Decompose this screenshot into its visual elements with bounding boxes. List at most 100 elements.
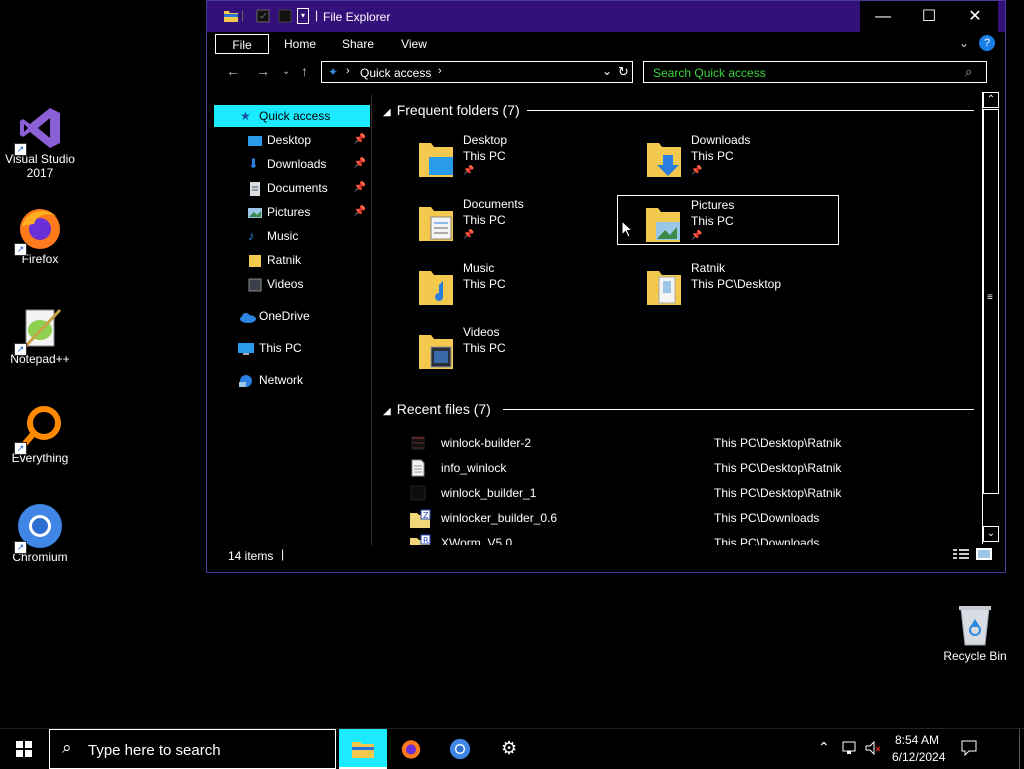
recent-file-row[interactable]: winlock-builder-2 This PC\Desktop\Ratnik (407, 432, 967, 454)
desktop-icon (248, 133, 262, 147)
nav-item-quick-access[interactable]: ★ Quick access (214, 105, 370, 127)
pane-divider[interactable] (371, 95, 372, 545)
back-arrow-icon[interactable]: ← (226, 63, 240, 79)
desktop-icon-label: Chromium (12, 550, 68, 564)
recent-files-header[interactable]: ◢ Recent files (7) (383, 401, 491, 417)
tab-view[interactable]: View (391, 34, 437, 54)
nav-item-ratnik[interactable]: Ratnik (214, 249, 370, 271)
recent-file-row[interactable]: R XWorm_V5.0 This PC\Downloads (407, 532, 967, 545)
music-folder-icon (419, 271, 453, 305)
customize-toolbar-icon[interactable]: ▾ (297, 8, 309, 24)
close-button[interactable]: ✕ (952, 1, 998, 32)
recent-file-row[interactable]: Z winlocker_builder_0.6 This PC\Download… (407, 507, 967, 529)
tab-share[interactable]: Share (335, 34, 381, 54)
vertical-scrollbar[interactable]: ⌃ ≡ ⌄ (982, 92, 1000, 544)
show-desktop-button[interactable] (1019, 729, 1024, 769)
nav-item-documents[interactable]: Documents 📌 (214, 177, 370, 199)
tab-home[interactable]: Home (277, 34, 323, 54)
taskbar-app-file-explorer[interactable] (339, 729, 387, 769)
nav-item-videos[interactable]: Videos (214, 273, 370, 295)
quick-access-pin-icon: ✦ (328, 65, 339, 79)
refresh-icon[interactable]: ↻ (618, 64, 629, 80)
desktop-icon-firefox[interactable]: ↗ Firefox (0, 204, 80, 266)
nav-item-desktop[interactable]: Desktop 📌 (214, 129, 370, 151)
taskbar-search-placeholder: Type here to search (88, 742, 221, 759)
nav-item-label: Network (259, 373, 304, 387)
show-hidden-icons-chevron-icon[interactable]: ⌃ (818, 739, 830, 756)
desktop-icon-label: Everything (11, 451, 69, 465)
star-icon: ★ (240, 109, 251, 123)
nav-item-downloads[interactable]: ⬇ Downloads 📌 (214, 153, 370, 175)
network-status-icon[interactable] (841, 739, 859, 757)
nav-item-pictures[interactable]: Pictures 📌 (214, 201, 370, 223)
group-divider (503, 409, 974, 410)
desktop-icon-recycle-bin[interactable]: Recycle Bin (935, 601, 1015, 663)
search-icon: ⌕ (965, 64, 973, 79)
properties-icon[interactable] (255, 8, 271, 24)
volume-muted-icon[interactable] (864, 739, 882, 757)
clock[interactable]: 8:54 AM 6/12/2024 (887, 729, 949, 769)
collapse-group-icon: ◢ (383, 406, 391, 417)
desktop-icon-label: Visual Studio 2017 (5, 152, 75, 180)
recycle-bin-icon (951, 601, 999, 649)
desktop-icon-everything[interactable]: ↗ Everything (0, 403, 80, 465)
nav-item-this-pc[interactable]: This PC (214, 337, 370, 359)
folder-tile-documents[interactable]: Documents This PC 📌 (409, 195, 631, 245)
search-box[interactable]: Search Quick access ⌕ (643, 61, 987, 83)
frequent-folders-header[interactable]: ◢ Frequent folders (7) (383, 102, 520, 118)
nav-item-music[interactable]: ♪ Music (214, 225, 370, 247)
folder-tile-videos[interactable]: Videos This PC (409, 323, 631, 373)
minimize-button[interactable]: — (860, 1, 906, 32)
desktop-icon-chromium[interactable]: ↗ Chromium (0, 502, 80, 564)
taskbar-app-chromium[interactable] (436, 729, 484, 769)
address-bar[interactable]: ✦ › Quick access › ⌄ ↻ (321, 61, 633, 83)
nav-item-network[interactable]: Network (214, 369, 370, 391)
gear-icon: ⚙ (501, 738, 518, 758)
firefox-icon (401, 740, 421, 759)
pictures-icon (248, 205, 262, 219)
collapse-group-icon: ◢ (383, 107, 391, 118)
notepad-plus-plus-icon: ↗ (14, 304, 64, 356)
search-placeholder: Search Quick access (653, 66, 766, 80)
taskbar-search-box[interactable]: ⌕ Type here to search (49, 729, 336, 769)
tab-file[interactable]: File (215, 34, 269, 54)
nav-item-onedrive[interactable]: OneDrive (214, 305, 370, 327)
maximize-button[interactable]: ☐ (906, 1, 952, 32)
text-file-icon (411, 459, 425, 477)
folder-tile-ratnik[interactable]: Ratnik This PC\Desktop (637, 259, 859, 309)
expand-ribbon-icon[interactable]: ⌄ (959, 36, 969, 50)
onedrive-cloud-icon (238, 309, 256, 323)
help-icon[interactable]: ? (979, 35, 995, 51)
recent-file-row[interactable]: info_winlock This PC\Desktop\Ratnik (407, 457, 967, 479)
desktop-icon-notepad-plus-plus[interactable]: ↗ Notepad++ (0, 304, 80, 366)
breadcrumb-quick-access[interactable]: Quick access (360, 66, 431, 80)
notifications-icon[interactable] (960, 739, 978, 757)
recent-file-row[interactable]: winlock_builder_1 This PC\Desktop\Ratnik (407, 482, 967, 504)
large-icons-view-icon[interactable] (976, 548, 992, 560)
folder-tile-downloads[interactable]: Downloads This PC 📌 (637, 131, 859, 181)
up-arrow-icon[interactable]: ↑ (301, 63, 308, 79)
details-view-icon[interactable] (953, 548, 969, 560)
folder-tile-music[interactable]: Music This PC (409, 259, 631, 309)
forward-arrow-icon[interactable]: → (256, 63, 270, 79)
taskbar-app-firefox[interactable] (387, 729, 435, 769)
file-name: winlock-builder-2 (441, 436, 532, 450)
start-button[interactable] (0, 729, 48, 769)
executable-file-icon (411, 436, 425, 450)
content-pane: ◢ Frequent folders (7) Desktop This PC 📌 … (377, 95, 989, 545)
desktop-icon-visual-studio[interactable]: ↗ Visual Studio 2017 (0, 104, 80, 180)
folder-tile-pictures[interactable]: Pictures This PC 📌 (617, 195, 839, 245)
folder-name: Music (463, 261, 495, 275)
scroll-down-button[interactable]: ⌄ (983, 526, 999, 542)
address-dropdown-icon[interactable]: ⌄ (602, 64, 612, 78)
taskbar-app-settings[interactable]: ⚙ (485, 729, 533, 769)
scroll-up-button[interactable]: ⌃ (983, 92, 999, 108)
folder-name: Pictures (691, 198, 735, 212)
new-folder-icon[interactable] (277, 8, 293, 24)
folder-tile-desktop[interactable]: Desktop This PC 📌 (409, 131, 631, 181)
clock-date: 6/12/2024 (892, 750, 946, 764)
folder-location: This PC (691, 149, 734, 163)
recent-locations-icon[interactable]: ⌄ (282, 66, 290, 77)
scroll-thumb[interactable]: ≡ (983, 109, 999, 494)
title-bar[interactable]: | ▾ | File Explorer — ☐ ✕ (207, 1, 1005, 32)
